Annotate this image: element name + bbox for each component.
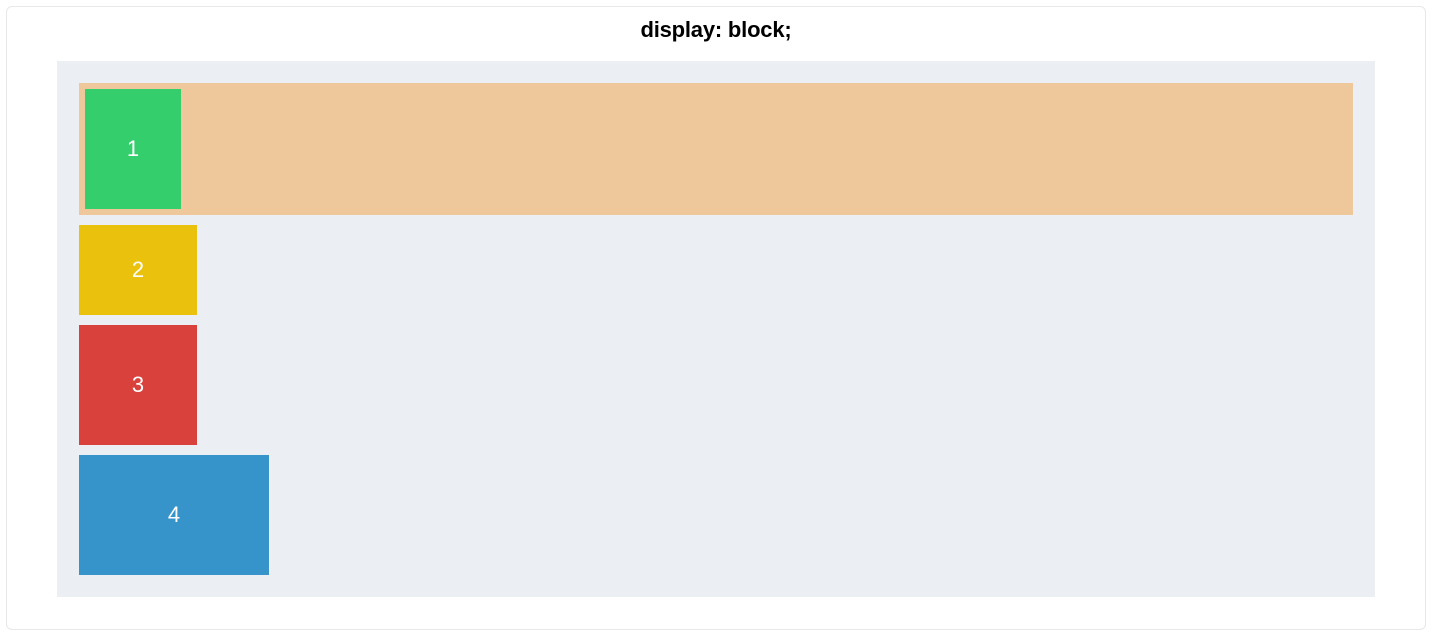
block-row-4: 4: [79, 455, 1353, 575]
box-3-label: 3: [132, 372, 144, 398]
box-3: 3: [79, 325, 197, 445]
box-2-label: 2: [132, 257, 144, 283]
block-row-2: 2: [79, 225, 1353, 315]
box-4-label: 4: [168, 502, 180, 528]
block-row-1: 1: [79, 83, 1353, 215]
box-4: 4: [79, 455, 269, 575]
diagram-title: display: block;: [57, 17, 1375, 43]
diagram-frame: display: block; 1 2 3 4: [6, 6, 1426, 630]
box-1: 1: [85, 89, 181, 209]
block-row-3: 3: [79, 325, 1353, 445]
diagram-stage: 1 2 3 4: [57, 61, 1375, 597]
box-1-label: 1: [127, 136, 139, 162]
box-2: 2: [79, 225, 197, 315]
